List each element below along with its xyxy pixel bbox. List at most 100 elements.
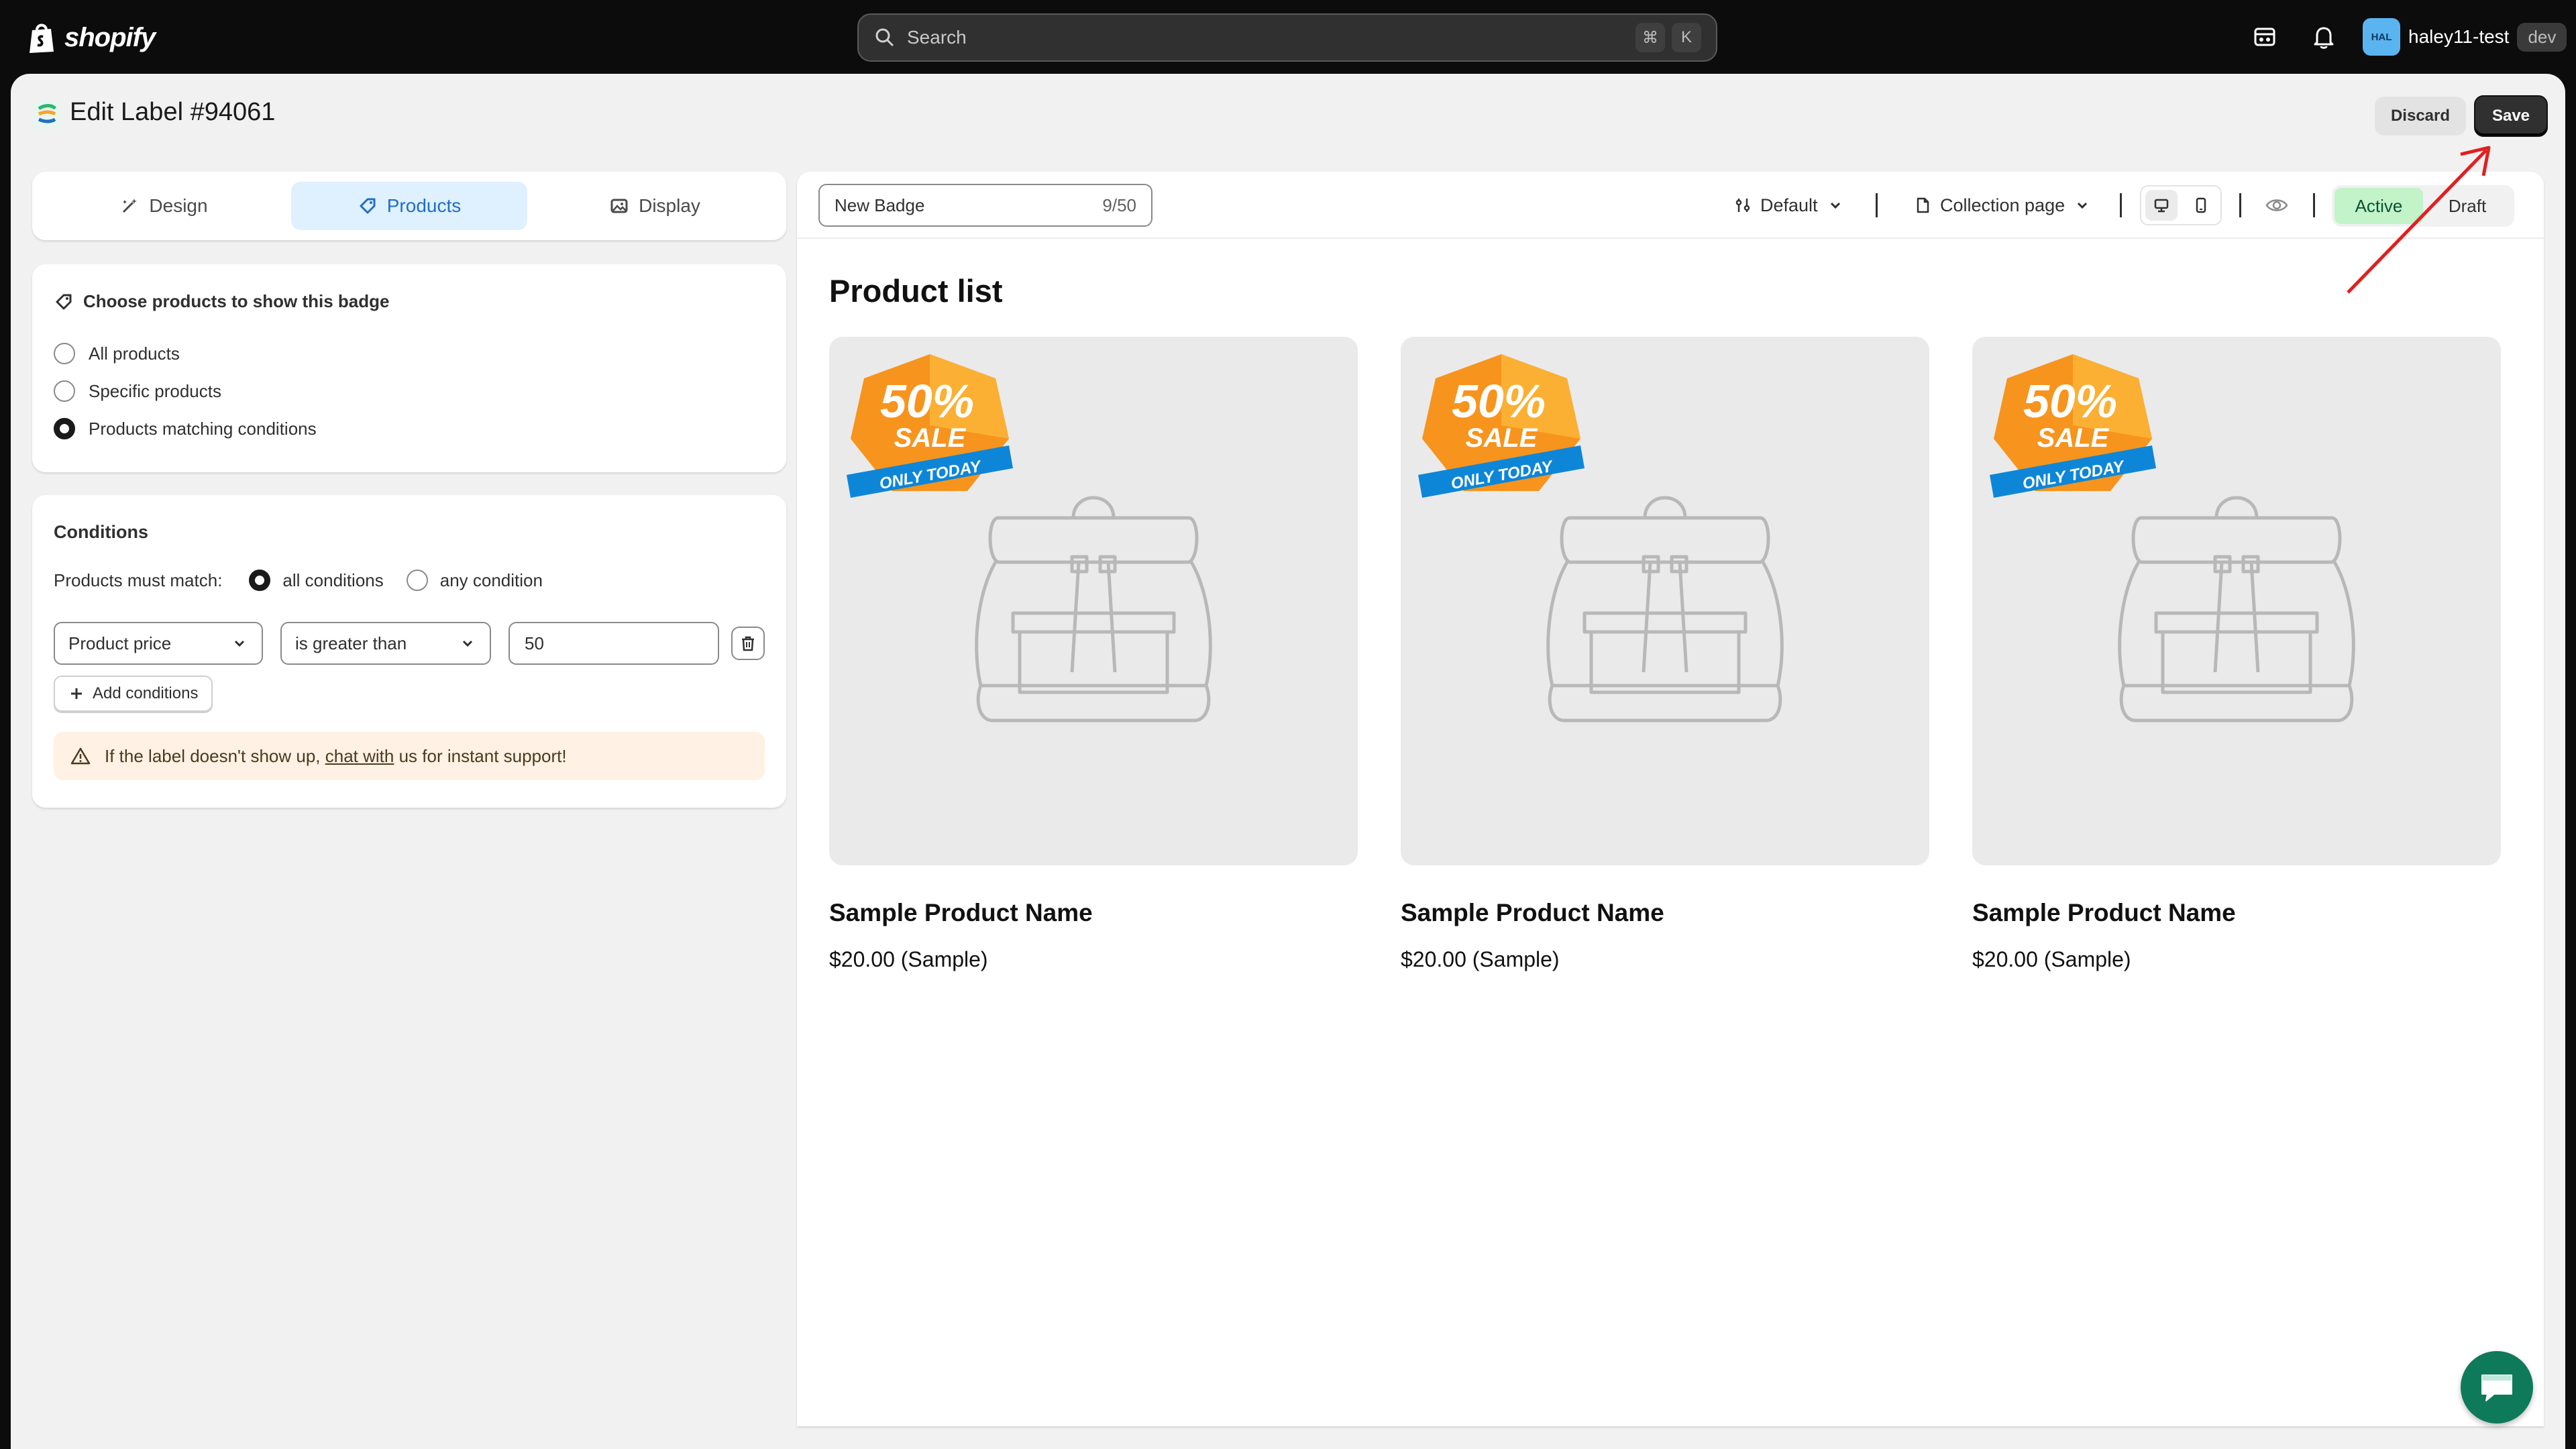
page-header: Edit Label #94061 Discard Save: [11, 74, 2565, 156]
sale-badge-icon: 50% SALE ONLY TODAY: [1418, 354, 1585, 498]
tab-products[interactable]: Products: [291, 182, 527, 230]
sale-badge-sale: SALE: [2037, 423, 2110, 453]
magic-wand-icon: [123, 199, 138, 213]
product-price: $20.00 (Sample): [829, 947, 988, 971]
tag-icon: [360, 198, 376, 214]
shopify-bag-icon: [30, 23, 54, 53]
product-image: 50% SALE ONLY TODAY: [1972, 337, 2501, 865]
badge-name-input[interactable]: New Badge 9/50: [818, 184, 1152, 227]
app-logo-icon: [32, 99, 62, 129]
warning-text-after: us for instant support!: [398, 745, 567, 766]
search-placeholder: Search: [907, 27, 967, 48]
admin-topbar: shopify Search ⌘ K HAL haley11-test dev: [0, 0, 2576, 74]
avatar: HAL: [2363, 18, 2400, 56]
sale-badge-icon: 50% SALE ONLY TODAY: [1990, 354, 2156, 498]
radio-label: Products matching conditions: [89, 418, 317, 439]
add-conditions-label: Add conditions: [93, 684, 199, 702]
radio-circle-selected[interactable]: [249, 570, 271, 591]
delete-condition-button[interactable]: [731, 627, 765, 660]
user-name: haley11-test: [2408, 26, 2510, 47]
status-draft-button[interactable]: Draft: [2423, 188, 2512, 224]
discard-button[interactable]: Discard: [2375, 97, 2466, 136]
store-icon[interactable]: [2250, 22, 2279, 52]
tab-display[interactable]: Display: [537, 182, 773, 230]
conditions-title: Conditions: [54, 522, 148, 542]
product-name: Sample Product Name: [1972, 899, 2236, 926]
tab-products-label: Products: [386, 195, 462, 216]
condition-value-input[interactable]: [508, 622, 719, 665]
plus-icon: [71, 688, 82, 699]
mobile-icon: [2196, 197, 2206, 213]
chat-support-button[interactable]: [2461, 1351, 2533, 1424]
tab-design[interactable]: Design: [46, 182, 282, 230]
shopify-logo[interactable]: shopify: [27, 19, 156, 56]
sale-badge-percent: 50%: [2023, 375, 2117, 427]
radio-circle-selected[interactable]: [54, 418, 75, 439]
radio-circle[interactable]: [54, 343, 75, 364]
bell-icon[interactable]: [2309, 22, 2339, 52]
select-value: Product price: [68, 633, 172, 653]
condition-operator-select[interactable]: is greater than: [280, 622, 491, 665]
product-image: 50% SALE ONLY TODAY: [1401, 337, 1929, 865]
radio-matching-conditions[interactable]: Products matching conditions: [54, 410, 765, 447]
search-bar[interactable]: Search ⌘ K: [857, 13, 1717, 62]
product-scope-card: Choose products to show this badge All p…: [32, 264, 786, 472]
search-icon: [875, 28, 894, 47]
save-button[interactable]: Save: [2474, 95, 2548, 137]
product-price: $20.00 (Sample): [1401, 947, 1560, 971]
user-menu[interactable]: HAL haley11-test dev: [2363, 17, 2567, 56]
backpack-icon: [1546, 496, 1784, 722]
backpack-icon: [2118, 496, 2355, 722]
warning-text: If the label doesn't show up, chat with …: [105, 746, 567, 767]
badge-name-count: 9/50: [1102, 195, 1136, 215]
radio-label: All products: [89, 343, 180, 364]
toolbar-divider: [2239, 193, 2241, 217]
sale-badge-percent: 50%: [880, 375, 974, 427]
trash-icon: [742, 636, 754, 651]
chat-bubble-icon: [2481, 1375, 2512, 1401]
product-scope-options: All products Specific products Products …: [54, 335, 765, 447]
dev-badge: dev: [2517, 22, 2567, 52]
eye-icon[interactable]: [2265, 193, 2289, 217]
select-value: is greater than: [295, 633, 407, 653]
condition-field-select[interactable]: Product price: [54, 622, 263, 665]
sale-badge-percent: 50%: [1452, 375, 1546, 427]
desktop-view-button[interactable]: [2145, 190, 2178, 221]
page-title: Edit Label #94061: [70, 98, 276, 126]
radio-circle[interactable]: [54, 380, 75, 402]
editor-tabs: Design Products Display: [32, 172, 786, 240]
page-icon: [1917, 197, 1929, 213]
mobile-view-button[interactable]: [2185, 190, 2217, 221]
product-card: 50% SALE ONLY TODAY Sample Product Name …: [829, 337, 1358, 972]
chevron-down-icon: [1830, 202, 1840, 209]
radio-circle[interactable]: [406, 570, 428, 591]
add-conditions-button[interactable]: Add conditions: [54, 676, 213, 712]
tab-display-label: Display: [639, 195, 700, 216]
toolbar-divider: [2120, 193, 2122, 217]
radio-specific-products[interactable]: Specific products: [54, 372, 765, 410]
chat-with-link[interactable]: chat with: [325, 746, 394, 766]
sale-badge-icon: 50% SALE ONLY TODAY: [847, 354, 1013, 498]
radio-all-products[interactable]: All products: [54, 335, 765, 372]
theme-select[interactable]: Default: [1733, 186, 1845, 224]
status-toggle: Active Draft: [2332, 185, 2514, 227]
radio-any-condition[interactable]: any condition: [406, 570, 543, 591]
condition-row: Product price is greater than: [54, 622, 765, 665]
app-frame: Edit Label #94061 Discard Save Design Pr…: [11, 74, 2565, 1449]
product-scope-title: Choose products to show this badge: [83, 291, 390, 311]
page-type-select[interactable]: Collection page: [1913, 186, 2092, 224]
product-list-title: Product list: [829, 273, 1003, 309]
badge-name-value: New Badge: [835, 195, 925, 215]
product-card: 50% SALE ONLY TODAY Sample Product Name …: [1972, 337, 2501, 972]
radio-all-conditions[interactable]: all conditions: [249, 570, 384, 591]
chevron-down-icon: [2078, 202, 2088, 209]
conditions-card: Conditions Products must match: all cond…: [32, 495, 786, 808]
match-row: Products must match: all conditions any …: [54, 570, 765, 591]
status-active-button[interactable]: Active: [2334, 188, 2423, 224]
tab-design-label: Design: [149, 195, 208, 216]
match-label: Products must match:: [54, 570, 223, 590]
toolbar-divider: [1876, 193, 1878, 217]
page-type-value: Collection page: [1940, 195, 2065, 215]
brand-name: shopify: [64, 22, 156, 52]
sale-badge-sale: SALE: [1466, 423, 1538, 453]
